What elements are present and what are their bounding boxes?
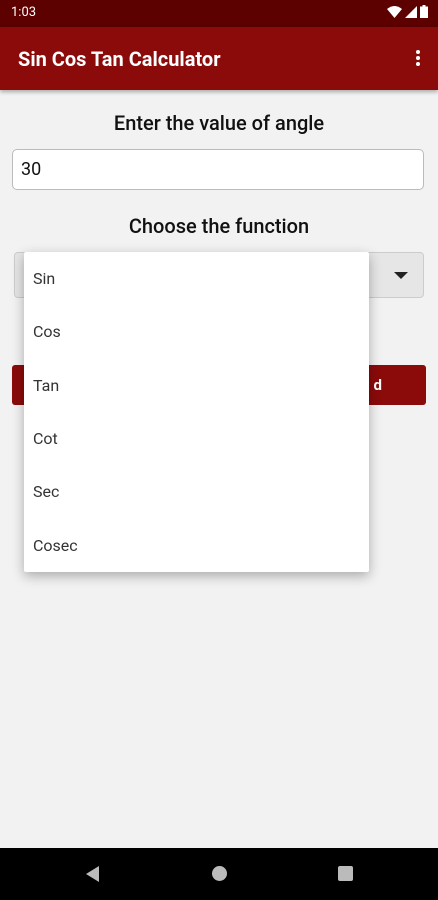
dropdown-option-sin[interactable]: Sin (24, 252, 369, 305)
app-bar: Sin Cos Tan Calculator (0, 27, 438, 90)
app-title: Sin Cos Tan Calculator (18, 47, 221, 71)
dropdown-option-cos[interactable]: Cos (24, 305, 369, 358)
home-icon[interactable] (212, 866, 227, 881)
signal-icon (405, 5, 417, 18)
calculate-button-label: d (373, 376, 382, 394)
dropdown-option-cosec[interactable]: Cosec (24, 518, 369, 571)
status-bar: 1:03 (0, 0, 438, 27)
back-icon[interactable] (86, 866, 99, 882)
dropdown-option-cot[interactable]: Cot (24, 412, 369, 465)
wifi-icon (387, 5, 402, 18)
dropdown-option-tan[interactable]: Tan (24, 359, 369, 412)
dropdown-option-sec[interactable]: Sec (24, 465, 369, 518)
overflow-menu-icon[interactable] (415, 49, 421, 69)
battery-icon (420, 5, 428, 18)
function-dropdown-menu: Sin Cos Tan Cot Sec Cosec (24, 252, 369, 572)
navigation-bar (0, 848, 438, 900)
status-time: 1:03 (11, 5, 37, 20)
angle-input[interactable]: 30 (12, 149, 424, 190)
status-icons (387, 5, 428, 18)
recent-apps-icon[interactable] (338, 866, 353, 881)
function-label: Choose the function (128, 214, 310, 238)
dropdown-arrow-icon[interactable] (394, 272, 408, 279)
angle-label: Enter the value of angle (113, 111, 325, 135)
angle-input-value: 30 (21, 159, 42, 180)
